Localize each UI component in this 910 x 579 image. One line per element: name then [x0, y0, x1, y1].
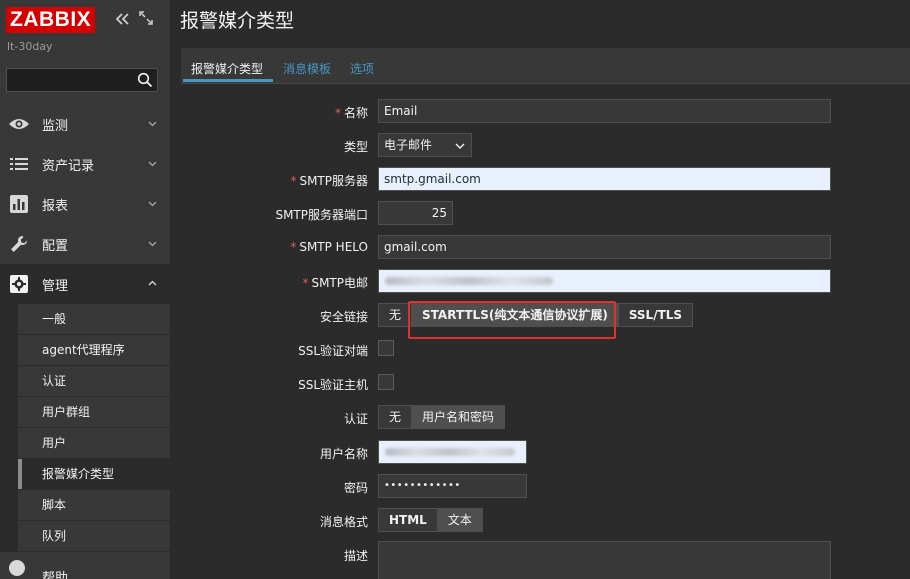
search-box[interactable]	[6, 68, 158, 92]
description-label: 描述	[343, 549, 368, 563]
ssl-verify-host-label: SSL验证主机	[298, 378, 368, 392]
submenu-item-general[interactable]: 一般	[18, 304, 170, 335]
content-panel: 报警媒介类型 消息模板 选项 * 名称 Email 类型 电子邮件 * SMTP服务…	[181, 48, 910, 579]
type-select-value: 电子邮件	[384, 138, 433, 152]
smtp-server-label: * SMTP服务器	[290, 174, 368, 188]
username-input[interactable]	[378, 440, 527, 464]
main-menu: 监测 资产记录 报表 配置 管理 一般 agent代理程序 认证 用户群组 用户…	[0, 104, 170, 552]
auth-label: 认证	[343, 412, 368, 426]
menu-item-configuration[interactable]: 配置	[0, 224, 170, 264]
active-tab-indicator	[183, 79, 273, 82]
redacted-username	[385, 448, 515, 456]
chevron-down-icon	[148, 161, 157, 167]
smtp-helo-label: * SMTP HELO	[290, 240, 368, 254]
smtp-port-input[interactable]: 25	[378, 201, 453, 225]
description-textarea[interactable]	[378, 541, 831, 579]
search-input[interactable]	[9, 71, 129, 89]
auth-option-password[interactable]: 用户名和密码	[412, 406, 505, 428]
format-option-text[interactable]: 文本	[437, 509, 482, 531]
ssl-verify-host-checkbox[interactable]	[378, 374, 394, 390]
tab-message-templates[interactable]: 消息模板	[283, 60, 331, 77]
smtp-helo-input[interactable]: gmail.com	[378, 235, 831, 259]
logo-row: ZABBIX	[6, 7, 96, 33]
auth-toggle[interactable]: 无 用户名和密码	[378, 405, 506, 429]
menu-item-label: 配置	[42, 238, 69, 254]
smtp-port-label: SMTP服务器端口	[275, 208, 368, 222]
list-icon	[8, 154, 30, 174]
redacted-email	[385, 277, 553, 285]
highlight-box	[408, 301, 616, 339]
server-name: lt-30day	[7, 40, 53, 53]
security-option-ssl-tls[interactable]: SSL/TLS	[619, 304, 692, 326]
message-format-toggle[interactable]: HTML 文本	[378, 508, 483, 532]
menu-item-label: 帮助	[42, 570, 69, 579]
menu-item-label: 资产记录	[42, 158, 95, 174]
chevron-down-icon	[148, 121, 157, 127]
zabbix-logo[interactable]: ZABBIX	[6, 7, 96, 33]
password-label: 密码	[343, 481, 368, 495]
tabs-bar: 报警媒介类型 消息模板 选项	[181, 48, 910, 84]
chevron-down-icon	[148, 241, 157, 247]
menu-item-label: 管理	[42, 278, 69, 294]
ssl-verify-peer-label: SSL验证对端	[298, 344, 368, 358]
help-icon	[8, 559, 30, 579]
menu-item-monitoring[interactable]: 监测	[0, 104, 170, 144]
collapse-sidebar-icon[interactable]	[113, 10, 131, 28]
gear-icon	[8, 274, 30, 294]
format-option-html[interactable]: HTML	[379, 509, 438, 531]
menu-item-label: 监测	[42, 118, 69, 134]
smtp-server-input[interactable]: smtp.gmail.com	[378, 167, 831, 191]
kiosk-mode-icon[interactable]	[139, 11, 153, 25]
search-icon[interactable]	[137, 72, 153, 88]
menu-item-administration[interactable]: 管理	[0, 264, 170, 304]
submenu-item-queue[interactable]: 队列	[18, 521, 170, 552]
admin-submenu: 一般 agent代理程序 认证 用户群组 用户 报警媒介类型 脚本 队列	[0, 304, 170, 552]
tab-media-type[interactable]: 报警媒介类型	[191, 60, 263, 77]
media-type-form: * 名称 Email 类型 电子邮件 * SMTP服务器 smtp.gmail.co…	[181, 85, 910, 579]
chevron-down-icon	[148, 201, 157, 207]
security-label: 安全链接	[319, 310, 368, 324]
type-label: 类型	[343, 140, 368, 154]
chevron-up-icon	[148, 280, 157, 286]
chevron-down-icon	[455, 143, 465, 149]
submenu-item-scripts[interactable]: 脚本	[18, 490, 170, 521]
eye-icon	[8, 114, 30, 134]
wrench-icon	[8, 234, 30, 254]
page-title: 报警媒介类型	[180, 10, 295, 32]
ssl-verify-peer-checkbox[interactable]	[378, 340, 394, 356]
smtp-email-label: * SMTP电邮	[302, 276, 368, 290]
submenu-item-proxies[interactable]: agent代理程序	[18, 335, 170, 366]
smtp-email-input[interactable]	[378, 269, 831, 293]
name-input[interactable]: Email	[378, 99, 831, 123]
submenu-item-user-groups[interactable]: 用户群组	[18, 397, 170, 428]
username-label: 用户名称	[319, 447, 368, 461]
type-select[interactable]: 电子邮件	[378, 133, 472, 157]
submenu-item-users[interactable]: 用户	[18, 428, 170, 459]
message-format-label: 消息格式	[319, 515, 368, 529]
tab-options[interactable]: 选项	[350, 60, 374, 77]
sidebar: ZABBIX lt-30day 监测 资产记录 报表 配置 管理 一般 agen…	[0, 0, 170, 579]
menu-item-help[interactable]: 帮助	[0, 560, 170, 579]
menu-item-inventory[interactable]: 资产记录	[0, 144, 170, 184]
submenu-item-media-types[interactable]: 报警媒介类型	[18, 459, 170, 490]
bar-chart-icon	[8, 194, 30, 214]
menu-item-reports[interactable]: 报表	[0, 184, 170, 224]
auth-option-none[interactable]: 无	[379, 406, 413, 428]
menu-item-label: 报表	[42, 198, 69, 214]
submenu-item-authentication[interactable]: 认证	[18, 366, 170, 397]
name-label: * 名称	[334, 106, 368, 120]
password-input[interactable]: ••••••••••••	[378, 474, 527, 498]
